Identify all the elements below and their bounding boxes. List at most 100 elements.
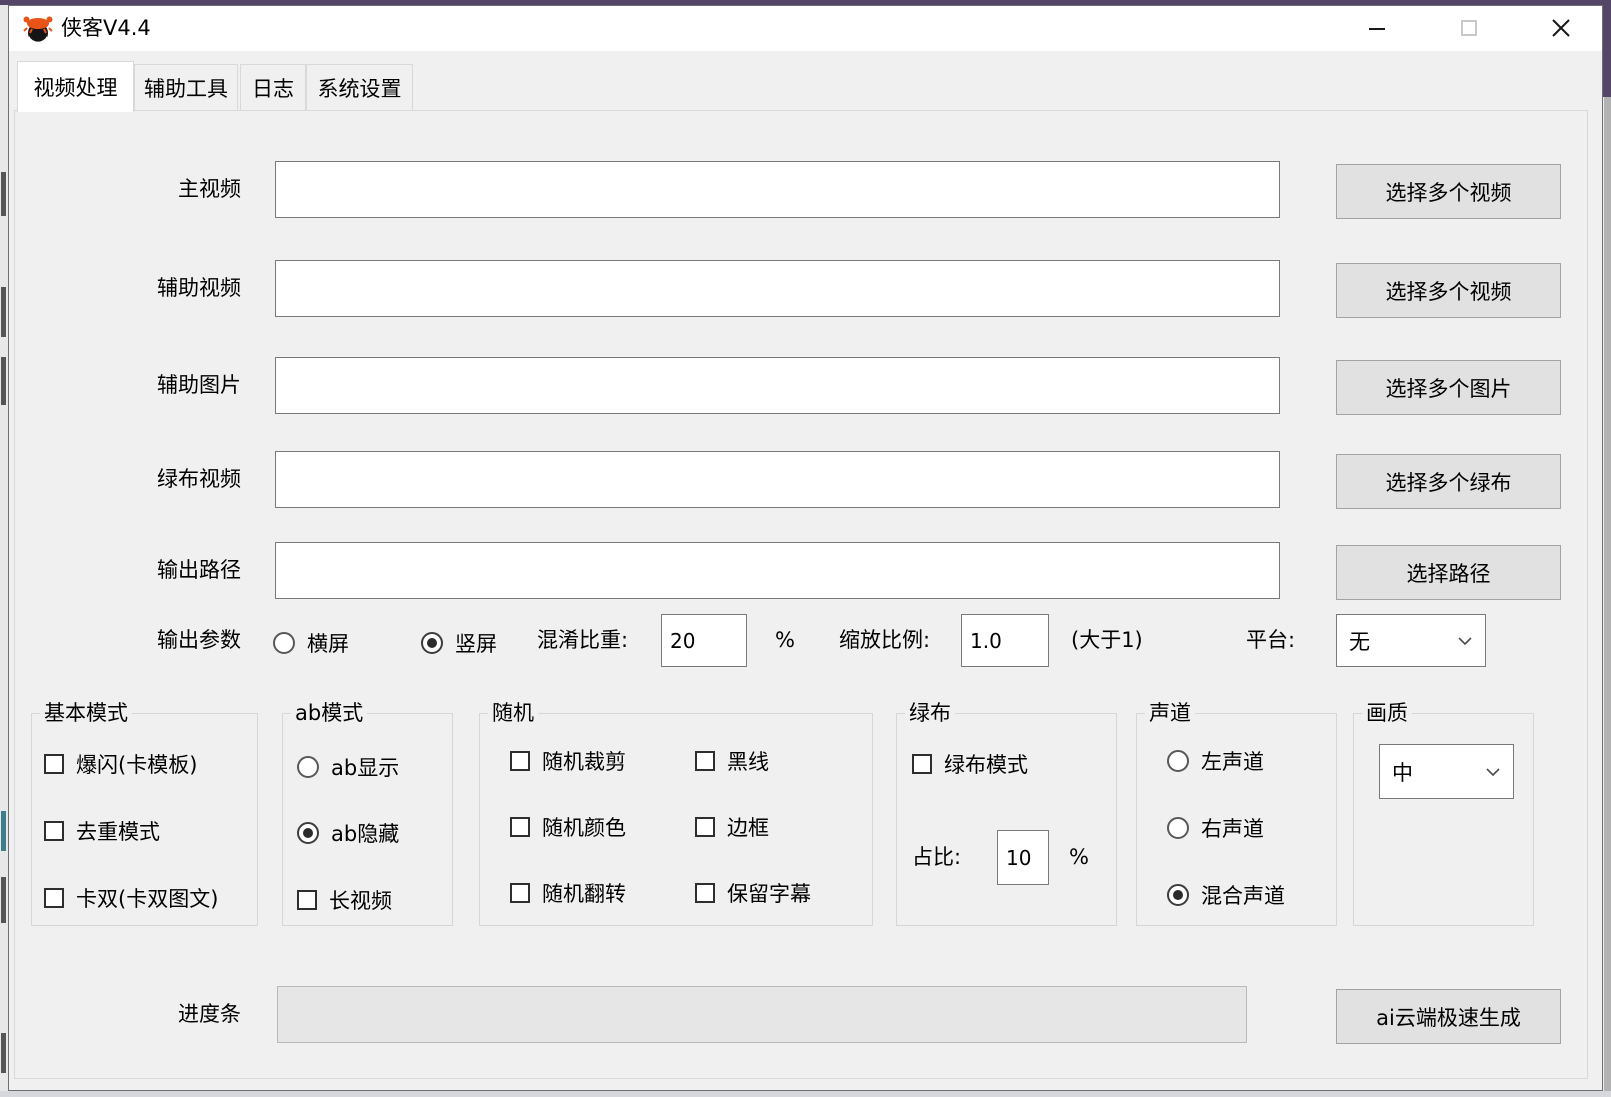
output-path-input[interactable] [275,542,1280,599]
checkbox-icon [912,754,932,774]
checkbox-label: 卡双(卡双图文) [76,883,218,913]
checkbox-icon [695,751,715,771]
group-quality-title: 画质 [1362,699,1412,727]
group-quality: 画质 中 [1353,713,1534,926]
radio-ab-show[interactable]: ab显示 [297,752,399,782]
radio-ab-hide[interactable]: ab隐藏 [297,818,399,848]
checkbox-label: 爆闪(卡模板) [76,749,197,779]
maximize-button[interactable] [1441,6,1497,50]
checkbox-icon [510,751,530,771]
group-ab-mode-title: ab模式 [291,699,367,727]
tab-system-settings[interactable]: 系统设置 [306,64,413,111]
close-button[interactable] [1533,6,1589,50]
tab-log[interactable]: 日志 [240,64,306,111]
select-greenscreen-button[interactable]: 选择多个绿布 [1336,454,1561,509]
radio-label: ab显示 [331,752,399,782]
checkbox-double-card[interactable]: 卡双(卡双图文) [44,883,218,913]
select-path-button[interactable]: 选择路径 [1336,545,1561,600]
checkbox-random-flip[interactable]: 随机翻转 [510,878,626,908]
scale-hint: (大于1) [1071,613,1143,668]
checkbox-label: 保留字幕 [727,878,811,908]
checkbox-icon [510,883,530,903]
checkbox-greenscreen-mode[interactable]: 绿布模式 [912,749,1028,779]
mix-ratio-unit: % [775,613,795,668]
greenscreen-video-label: 绿布视频 [49,451,241,508]
checkbox-icon [44,821,64,841]
app-window: 侠客V4.4 视频处理 辅助工具 日志 系统设置 主视频 选择多个视频 辅助视频… [8,5,1603,1091]
radio-landscape[interactable]: 横屏 [273,628,349,658]
radio-landscape-label: 横屏 [307,628,349,658]
greenscreen-ratio-input[interactable] [997,830,1049,885]
group-greenscreen-title: 绿布 [905,699,955,727]
checkbox-black-line[interactable]: 黑线 [695,746,769,776]
group-audio-channel-title: 声道 [1145,699,1195,727]
tab-video-processing[interactable]: 视频处理 [17,61,134,112]
radio-label: 右声道 [1201,813,1264,843]
backdrop-bottom-strip [0,1091,1611,1097]
radio-right-channel[interactable]: 右声道 [1167,813,1264,843]
checkbox-dedup-mode[interactable]: 去重模式 [44,816,160,846]
quality-select[interactable]: 中 [1379,744,1514,799]
backdrop-right-strip [1604,97,1611,1091]
radio-portrait[interactable]: 竖屏 [421,628,497,658]
greenscreen-video-input[interactable] [275,451,1280,508]
checkbox-flash-template[interactable]: 爆闪(卡模板) [44,749,197,779]
window-title: 侠客V4.4 [61,6,151,51]
greenscreen-ratio-label: 占比: [912,830,961,885]
chevron-down-icon [1457,636,1473,646]
select-aux-videos-button[interactable]: 选择多个视频 [1336,263,1561,318]
aux-video-input[interactable] [275,260,1280,317]
platform-label: 平台: [1246,613,1295,668]
progress-bar-label: 进度条 [49,986,241,1043]
checkbox-long-video[interactable]: 长视频 [297,885,392,915]
radio-icon [1167,817,1189,839]
quality-selected-value: 中 [1392,757,1413,787]
main-video-input[interactable] [275,161,1280,218]
output-params-label: 输出参数 [49,613,241,668]
checkbox-random-color[interactable]: 随机颜色 [510,812,626,842]
app-icon-crab [23,14,53,44]
checkbox-label: 长视频 [329,885,392,915]
tab-auxiliary-tools[interactable]: 辅助工具 [134,64,238,111]
background-text-fragment [1,1033,6,1073]
background-text-fragment [1,357,6,405]
minimize-icon [1367,18,1387,38]
select-aux-images-button[interactable]: 选择多个图片 [1336,360,1561,415]
checkbox-icon [695,883,715,903]
radio-label: 左声道 [1201,746,1264,776]
radio-portrait-label: 竖屏 [455,628,497,658]
close-icon [1550,17,1572,39]
platform-selected-value: 无 [1349,626,1370,656]
main-video-label: 主视频 [49,161,241,218]
maximize-icon [1459,18,1479,38]
minimize-button[interactable] [1349,6,1405,50]
group-basic-mode: 基本模式 爆闪(卡模板) 去重模式 卡双(卡双图文) [31,713,258,926]
radio-icon [297,822,319,844]
checkbox-icon [695,817,715,837]
progress-bar [277,986,1247,1043]
select-main-videos-button[interactable]: 选择多个视频 [1336,164,1561,219]
aux-video-label: 辅助视频 [49,260,241,317]
radio-icon [1167,750,1189,772]
checkbox-label: 边框 [727,812,769,842]
background-text-fragment [1,877,6,923]
radio-mixed-channel[interactable]: 混合声道 [1167,880,1285,910]
radio-icon [1167,884,1189,906]
checkbox-random-crop[interactable]: 随机裁剪 [510,746,626,776]
checkbox-border[interactable]: 边框 [695,812,769,842]
checkbox-icon [510,817,530,837]
mix-ratio-input[interactable] [661,614,747,667]
aux-image-input[interactable] [275,357,1280,414]
radio-label: 混合声道 [1201,880,1285,910]
group-audio-channel: 声道 左声道 右声道 混合声道 [1136,713,1337,926]
checkbox-icon [44,754,64,774]
checkbox-icon [44,888,64,908]
background-text-fragment [1,172,6,216]
checkbox-label: 黑线 [727,746,769,776]
group-ab-mode: ab模式 ab显示 ab隐藏 长视频 [282,713,453,926]
radio-left-channel[interactable]: 左声道 [1167,746,1264,776]
scale-input[interactable] [961,614,1049,667]
ai-cloud-generate-button[interactable]: ai云端极速生成 [1336,989,1561,1044]
platform-select[interactable]: 无 [1336,614,1486,667]
checkbox-keep-subtitles[interactable]: 保留字幕 [695,878,811,908]
